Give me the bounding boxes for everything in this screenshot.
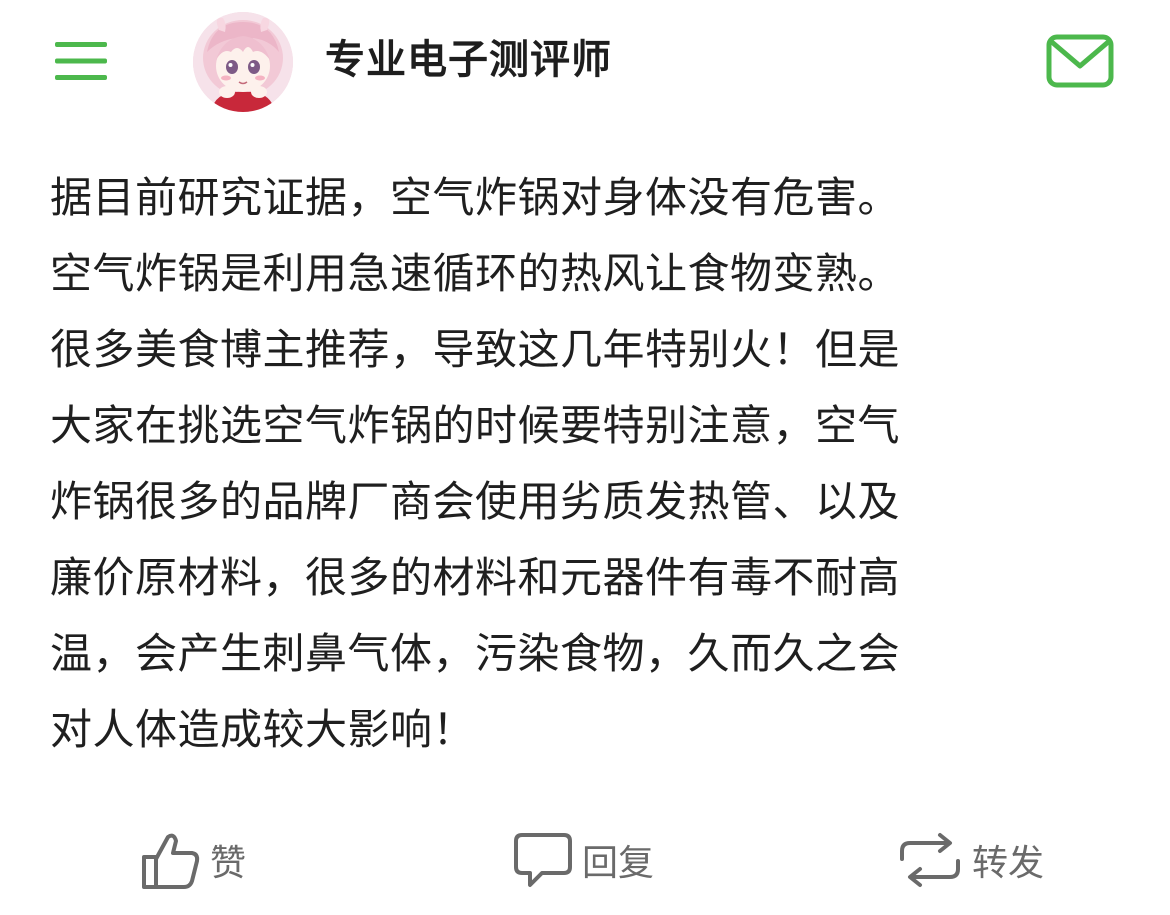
menu-icon[interactable]: [55, 40, 107, 82]
post-line: 据目前研究证据，空气炸锅对身体没有危害。: [50, 173, 901, 222]
post-line: 对人体造成较大影响！: [50, 705, 476, 754]
share-label: 转发: [972, 843, 1045, 884]
post-line: 廉价原材料，很多的材料和元器件有毒不耐高: [50, 553, 901, 602]
top-bar: 专业电子测评师: [0, 0, 1170, 130]
reply-label: 回复: [582, 843, 655, 884]
post-text: 据目前研究证据，空气炸锅对身体没有危害。 空气炸锅是利用急速循环的热风让食物变熟…: [50, 160, 1125, 768]
reply-button[interactable]: 回复: [512, 815, 654, 905]
post-line: 空气炸锅是利用急速循环的热风让食物变熟。: [50, 249, 901, 298]
post-line: 温，会产生刺鼻气体，污染食物，久而久之会: [50, 629, 901, 678]
avatar-image: [193, 12, 293, 112]
post-line: 很多美食博主推荐，导致这几年特别火！但是: [50, 325, 901, 374]
like-button[interactable]: 赞: [140, 815, 246, 905]
avatar[interactable]: [193, 12, 293, 112]
post-line: 大家在挑选空气炸锅的时候要特别注意，空气: [50, 401, 901, 450]
comment-icon: [514, 833, 572, 887]
action-bar: 赞 回复 转发: [0, 815, 1170, 905]
share-button[interactable]: 转发: [896, 815, 1044, 905]
username[interactable]: 专业电子测评师: [325, 34, 612, 86]
like-label: 赞: [210, 843, 247, 884]
thumbs-up-icon: [142, 833, 200, 889]
post-line: 炸锅很多的品牌厂商会使用劣质发热管、以及: [50, 477, 901, 526]
mail-icon[interactable]: [1046, 34, 1114, 88]
repost-icon: [900, 833, 960, 887]
